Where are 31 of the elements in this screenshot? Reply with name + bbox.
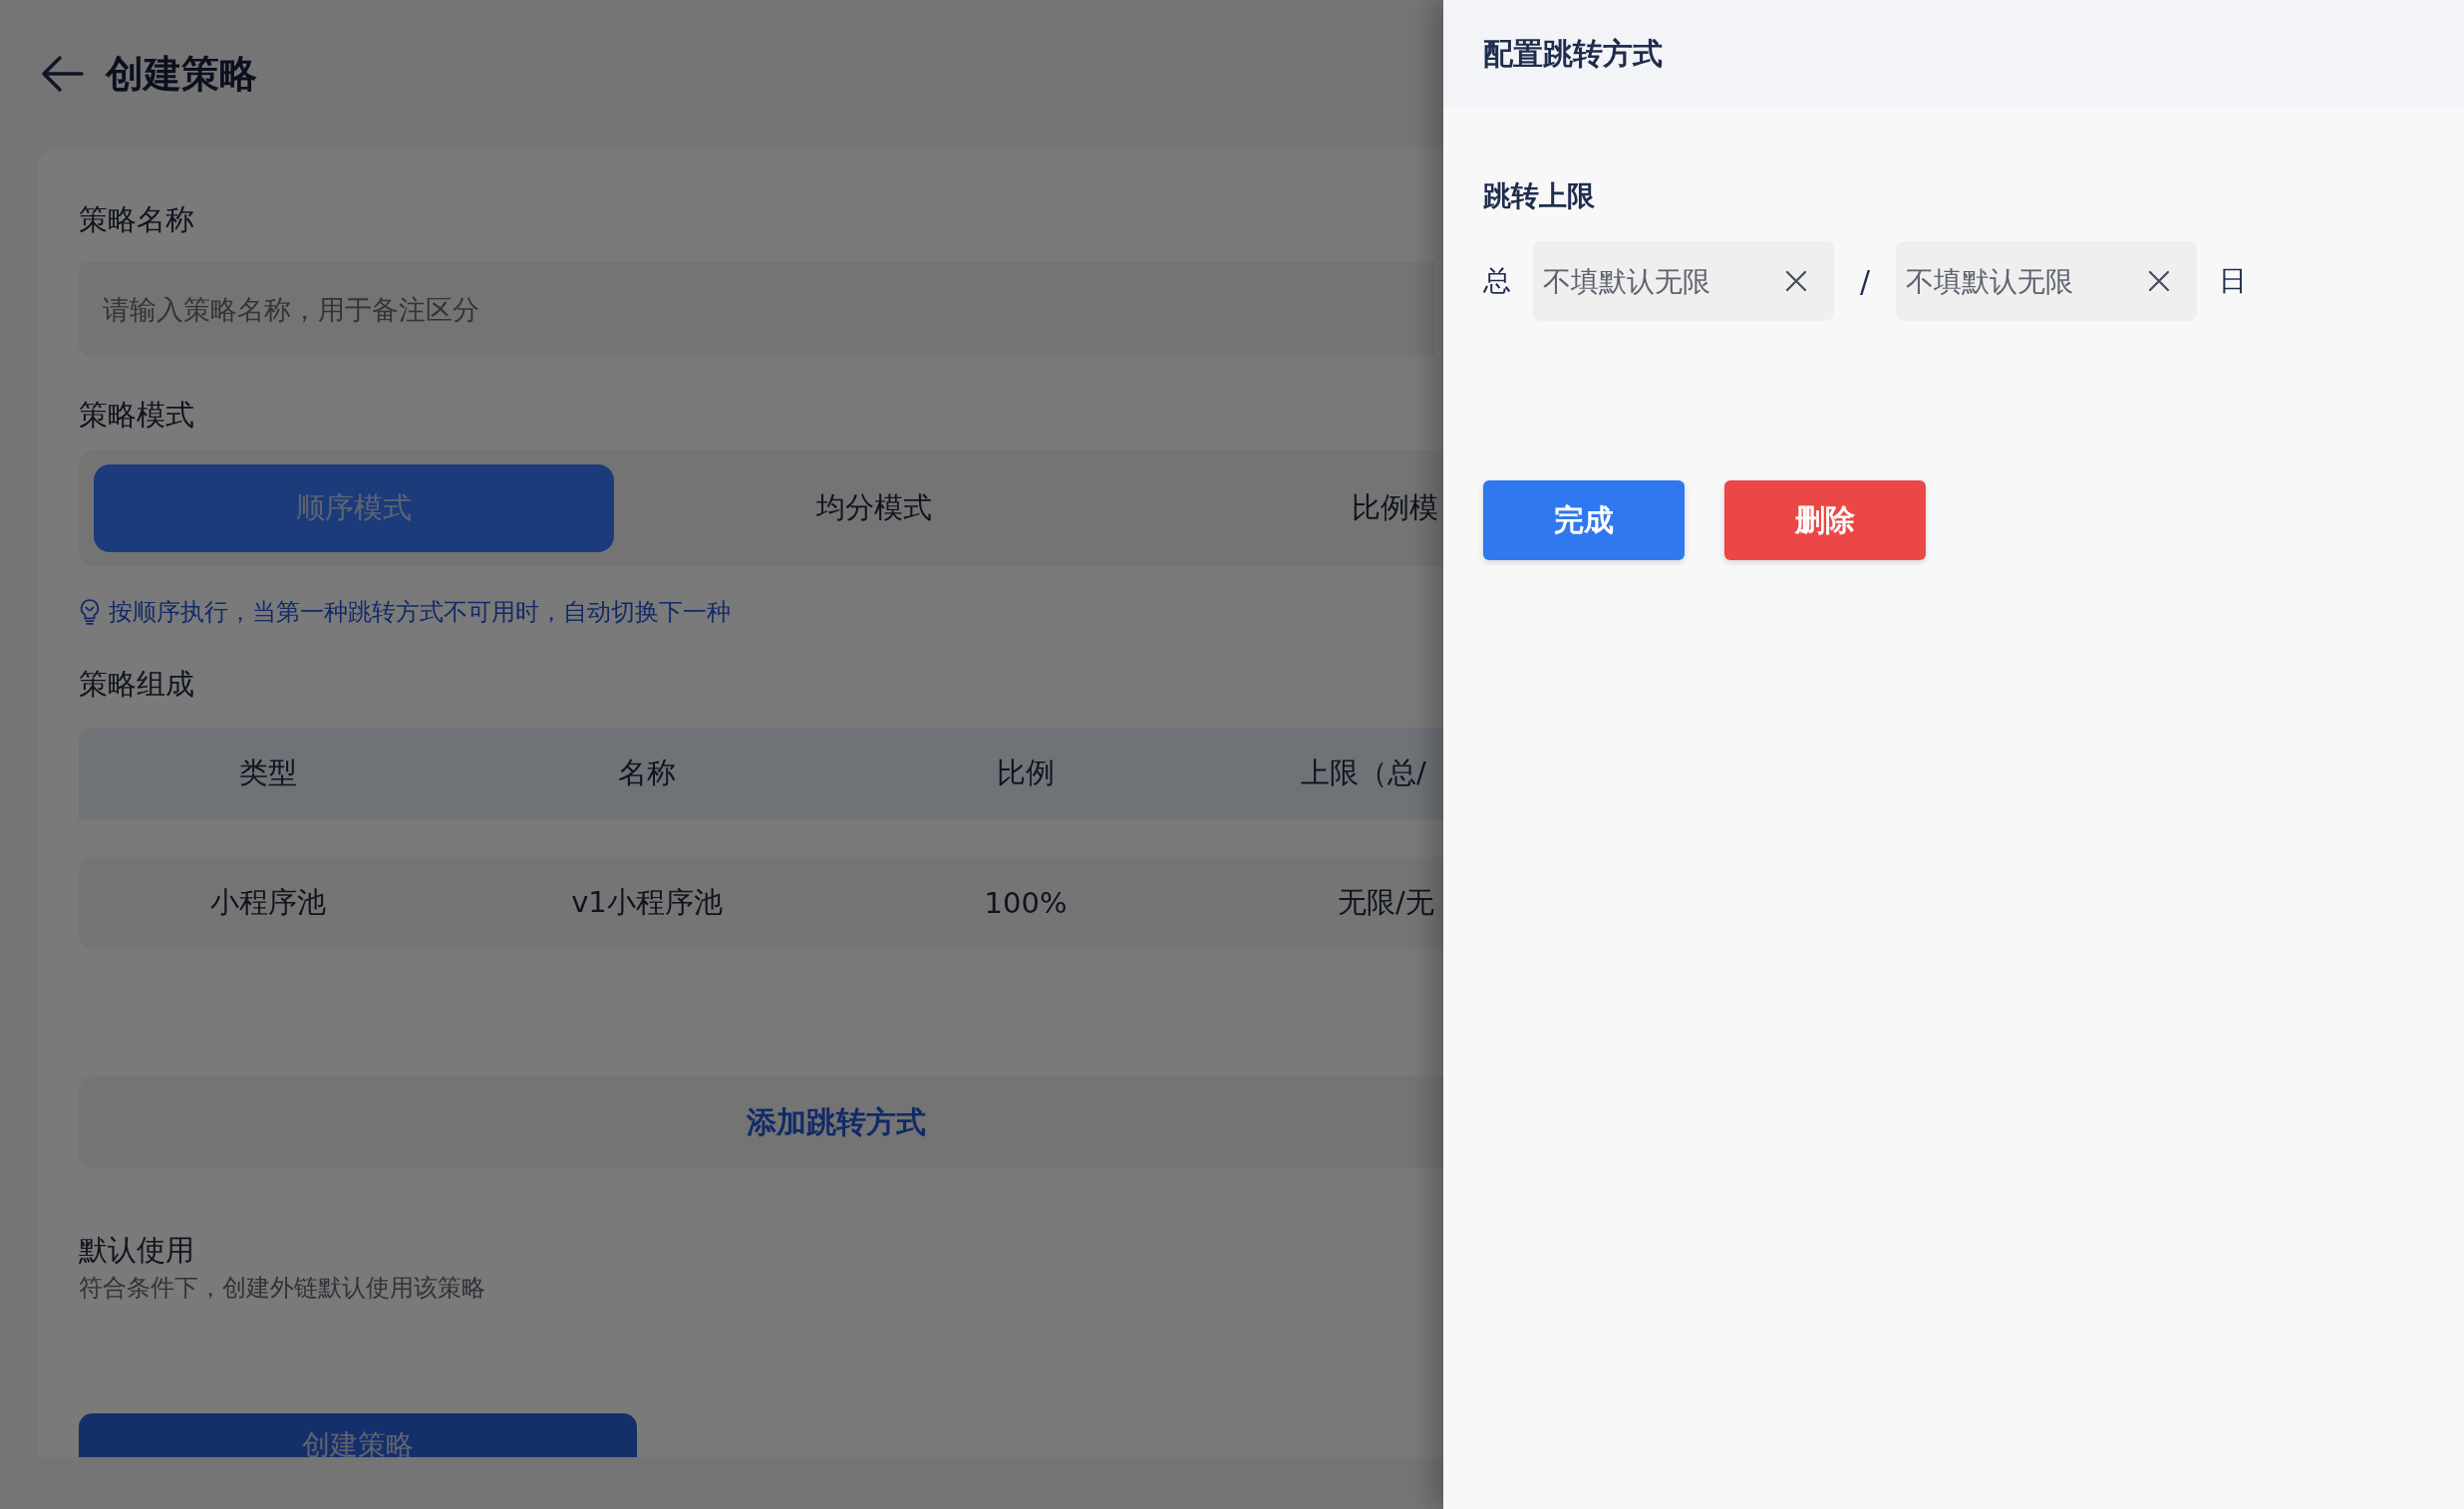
hint-text: 按顺序执行，当第一种跳转方式不可用时，自动切换下一种 (109, 597, 731, 628)
field-label: 策略模式 (79, 397, 195, 434)
column-header: 比例 (996, 754, 1056, 791)
mode-tab[interactable]: 均分模式 (614, 464, 1134, 552)
limit-input-field[interactable]: 不填默认无限 (1533, 241, 1834, 321)
separator-text: / (1860, 263, 1871, 299)
section-description: 符合条件下，创建外链默认使用该策略 (79, 1273, 486, 1304)
done-button[interactable]: 完成 (1483, 480, 1685, 560)
table-cell-text: 无限/无 (1337, 884, 1435, 921)
delete-button[interactable]: 删除 (1724, 480, 1926, 560)
section-label: 默认使用 (79, 1232, 195, 1269)
clear-icon[interactable] (2147, 269, 2172, 293)
page-title: 创建策略 (106, 50, 257, 98)
field-label: 策略名称 (79, 201, 195, 238)
day-label: 日 (2219, 263, 2248, 299)
table-cell-text: 小程序池 (209, 884, 327, 921)
table-cell-text: v1小程序池 (570, 884, 724, 921)
column-header: 上限（总/ (1300, 754, 1427, 791)
create-strategy-button[interactable]: 创建策略 (79, 1413, 637, 1457)
section-title: 跳转上限 (1483, 178, 1596, 214)
table-cell-text: 100% (983, 886, 1069, 920)
total-label: 总 (1483, 263, 1511, 299)
back-arrow-icon[interactable] (40, 54, 84, 94)
strategy-name-field[interactable]: 请输入策略名称，用于备注区分 (79, 261, 1435, 357)
field-label: 策略组成 (79, 666, 195, 703)
column-header: 名称 (617, 754, 677, 791)
column-header: 类型 (238, 754, 298, 791)
limit-input-field[interactable]: 不填默认无限 (1896, 241, 2198, 321)
lightbulb-icon (79, 598, 101, 626)
clear-icon[interactable] (1784, 269, 1808, 293)
drawer-title: 配置跳转方式 (1483, 34, 1663, 73)
